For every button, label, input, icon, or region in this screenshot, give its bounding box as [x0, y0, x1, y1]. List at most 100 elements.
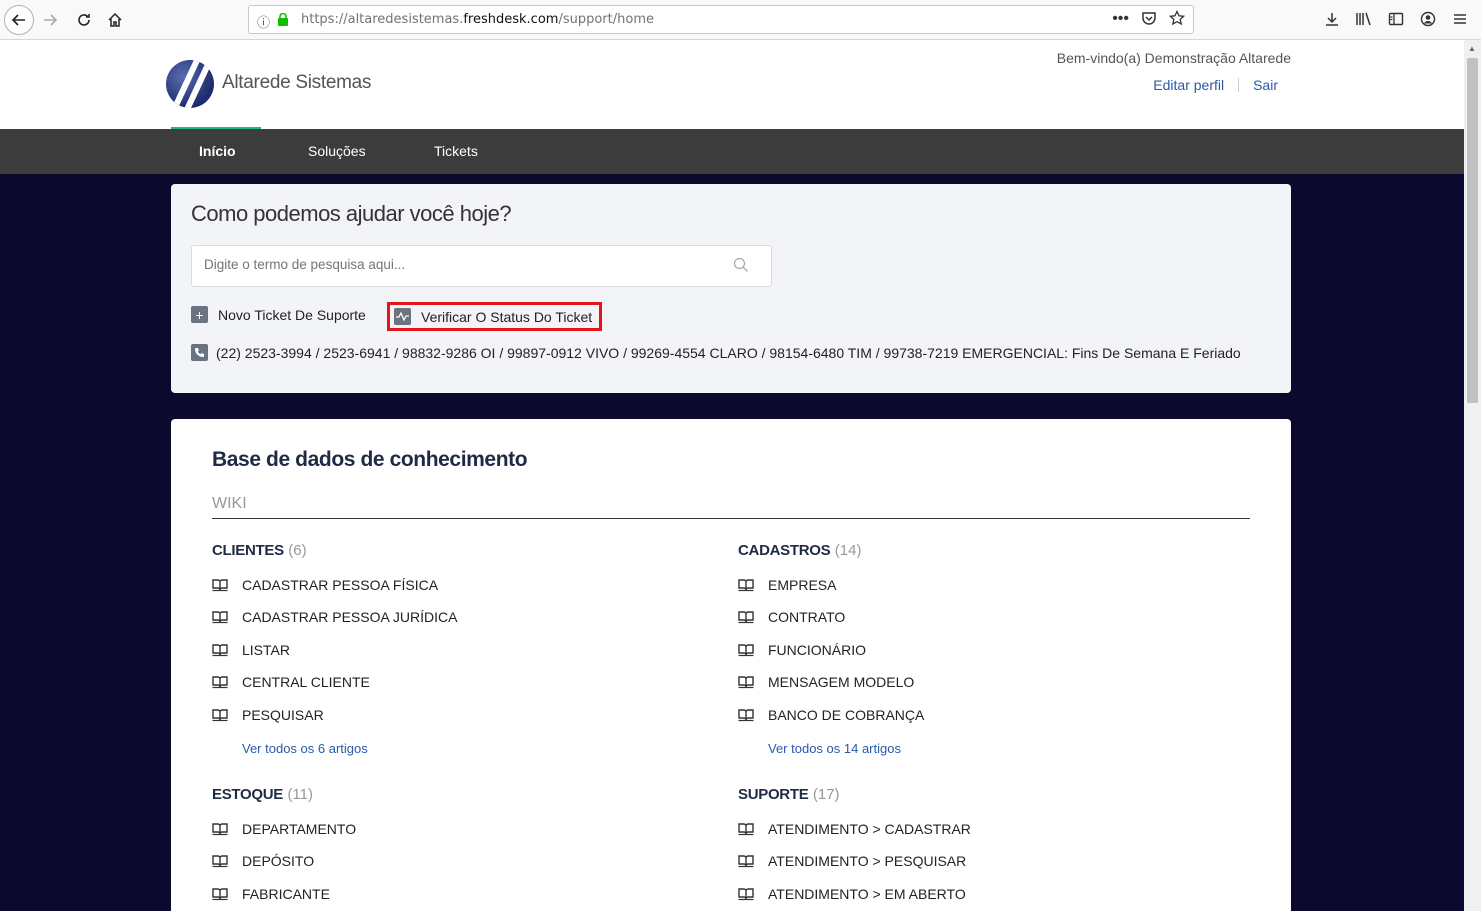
welcome-text: Bem-vindo(a) Demonstração Altarede [1056, 50, 1291, 66]
lock-icon [278, 13, 288, 26]
book-icon [738, 823, 754, 836]
search-input[interactable] [204, 257, 704, 272]
tab-solucoes[interactable]: Soluções [308, 143, 366, 159]
category-count: (17) [812, 786, 840, 803]
plus-icon: + [191, 306, 208, 323]
download-icon[interactable] [1323, 8, 1341, 30]
company-logo[interactable] [166, 60, 214, 108]
activity-icon [394, 308, 411, 325]
book-icon [738, 676, 754, 689]
tab-tickets[interactable]: Tickets [434, 143, 478, 159]
view-all-link[interactable]: Ver todos os 6 artigos [242, 741, 368, 756]
category-title[interactable]: CADASTROS (14) [738, 542, 1218, 560]
check-ticket-status-button[interactable]: Verificar O Status Do Ticket [387, 302, 603, 331]
new-ticket-button[interactable]: + Novo Ticket De Suporte [191, 306, 366, 323]
view-all-link[interactable]: Ver todos os 14 artigos [768, 741, 901, 756]
category-name[interactable]: ESTOQUE [212, 786, 283, 803]
article-title[interactable]: LISTAR [242, 642, 290, 658]
help-title: Como podemos ajudar você hoje? [191, 201, 512, 226]
category-name[interactable]: CLIENTES [212, 542, 284, 559]
menu-icon[interactable] [1451, 8, 1469, 30]
article-link[interactable]: LISTAR [212, 642, 290, 658]
url-bar[interactable]: ⓘ https://altaredesistemas.freshdesk.com… [248, 5, 1194, 34]
edit-profile-link[interactable]: Editar perfil [1153, 77, 1224, 93]
article-title[interactable]: BANCO DE COBRANÇA [768, 707, 924, 723]
book-icon [738, 709, 754, 722]
book-icon [212, 855, 228, 868]
book-icon [738, 888, 754, 901]
article-title[interactable]: CADASTRAR PESSOA FÍSICA [242, 577, 438, 593]
reload-icon [78, 14, 90, 26]
site-header: Altarede Sistemas Bem-vindo(a) Demonstra… [0, 40, 1464, 129]
article-link[interactable]: MENSAGEM MODELO [738, 674, 914, 690]
article-link[interactable]: EMPRESA [738, 577, 836, 593]
pocket-icon[interactable] [1141, 10, 1157, 26]
category-name[interactable]: SUPORTE [738, 786, 809, 803]
article-title[interactable]: PESQUISAR [242, 707, 324, 723]
article-title[interactable]: CADASTRAR PESSOA JURÍDICA [242, 609, 458, 625]
phone-info: (22) 2523-3994 / 2523-6941 / 98832-9286 … [191, 344, 1241, 361]
arrow-left-icon [11, 14, 25, 26]
knowledge-base-panel: Base de dados de conhecimento WIKI CLIEN… [171, 419, 1291, 911]
page-actions-icon[interactable]: ••• [1112, 10, 1129, 28]
article-link[interactable]: ATENDIMENTO > EM ABERTO [738, 886, 966, 902]
sidebar-icon[interactable] [1387, 8, 1405, 30]
category-title[interactable]: SUPORTE (17) [738, 786, 1218, 804]
article-title[interactable]: FUNCIONÁRIO [768, 642, 866, 658]
article-title[interactable]: DEPARTAMENTO [242, 821, 356, 837]
article-title[interactable]: CONTRATO [768, 609, 845, 625]
article-link[interactable]: DEPÓSITO [212, 853, 314, 869]
article-link[interactable]: ATENDIMENTO > CADASTRAR [738, 821, 971, 837]
page-scrollbar[interactable]: ▲ [1464, 40, 1481, 911]
logo-text[interactable]: Altarede Sistemas [222, 72, 371, 94]
account-icon[interactable] [1419, 8, 1437, 30]
library-icon[interactable] [1355, 8, 1373, 30]
article-title[interactable]: FABRICANTE [242, 886, 330, 902]
reload-button[interactable] [70, 6, 98, 34]
book-icon [212, 676, 228, 689]
article-title[interactable]: DEPÓSITO [242, 853, 314, 869]
user-links: Editar perfil Sair [1153, 77, 1278, 93]
book-icon [738, 644, 754, 657]
bookmark-star-icon[interactable] [1169, 10, 1185, 26]
category-count: (14) [834, 542, 862, 559]
phone-text: (22) 2523-3994 / 2523-6941 / 98832-9286 … [216, 344, 1241, 361]
article-link[interactable]: FUNCIONÁRIO [738, 642, 866, 658]
article-link[interactable]: FABRICANTE [212, 886, 330, 902]
article-link[interactable]: ATENDIMENTO > PESQUISAR [738, 853, 966, 869]
tab-inicio[interactable]: Início [199, 143, 236, 159]
logout-link[interactable]: Sair [1253, 77, 1278, 93]
article-link[interactable]: CENTRAL CLIENTE [212, 674, 370, 690]
book-icon [212, 888, 228, 901]
article-title[interactable]: ATENDIMENTO > CADASTRAR [768, 821, 971, 837]
home-button[interactable] [101, 6, 129, 34]
forward-button[interactable] [36, 6, 64, 34]
category-clientes: CLIENTES (6) CADASTRAR PESSOA FÍSICA CAD… [212, 542, 692, 762]
article-title[interactable]: EMPRESA [768, 577, 836, 593]
category-title[interactable]: CLIENTES (6) [212, 542, 692, 560]
article-title[interactable]: CENTRAL CLIENTE [242, 674, 370, 690]
article-title[interactable]: MENSAGEM MODELO [768, 674, 914, 690]
category-name[interactable]: CADASTROS [738, 542, 831, 559]
scroll-thumb[interactable] [1467, 58, 1478, 403]
search-icon[interactable] [733, 257, 749, 273]
info-icon[interactable]: ⓘ [257, 12, 270, 31]
book-icon [212, 579, 228, 592]
url-text: https://altaredesistemas.freshdesk.com/s… [301, 12, 654, 27]
book-icon [212, 709, 228, 722]
article-link[interactable]: BANCO DE COBRANÇA [738, 707, 924, 723]
new-ticket-label: Novo Ticket De Suporte [218, 306, 366, 323]
scroll-up-arrow-icon[interactable]: ▲ [1468, 44, 1476, 53]
article-link[interactable]: CADASTRAR PESSOA JURÍDICA [212, 609, 458, 625]
article-title[interactable]: ATENDIMENTO > PESQUISAR [768, 853, 966, 869]
article-link[interactable]: CADASTRAR PESSOA FÍSICA [212, 577, 438, 593]
category-title[interactable]: ESTOQUE (11) [212, 786, 692, 804]
article-link[interactable]: DEPARTAMENTO [212, 821, 356, 837]
article-link[interactable]: PESQUISAR [212, 707, 324, 723]
arrow-right-icon [44, 14, 58, 26]
kb-subtitle[interactable]: WIKI [212, 495, 247, 513]
article-title[interactable]: ATENDIMENTO > EM ABERTO [768, 886, 966, 902]
back-button[interactable] [4, 5, 34, 35]
search-box[interactable] [191, 245, 772, 287]
article-link[interactable]: CONTRATO [738, 609, 845, 625]
